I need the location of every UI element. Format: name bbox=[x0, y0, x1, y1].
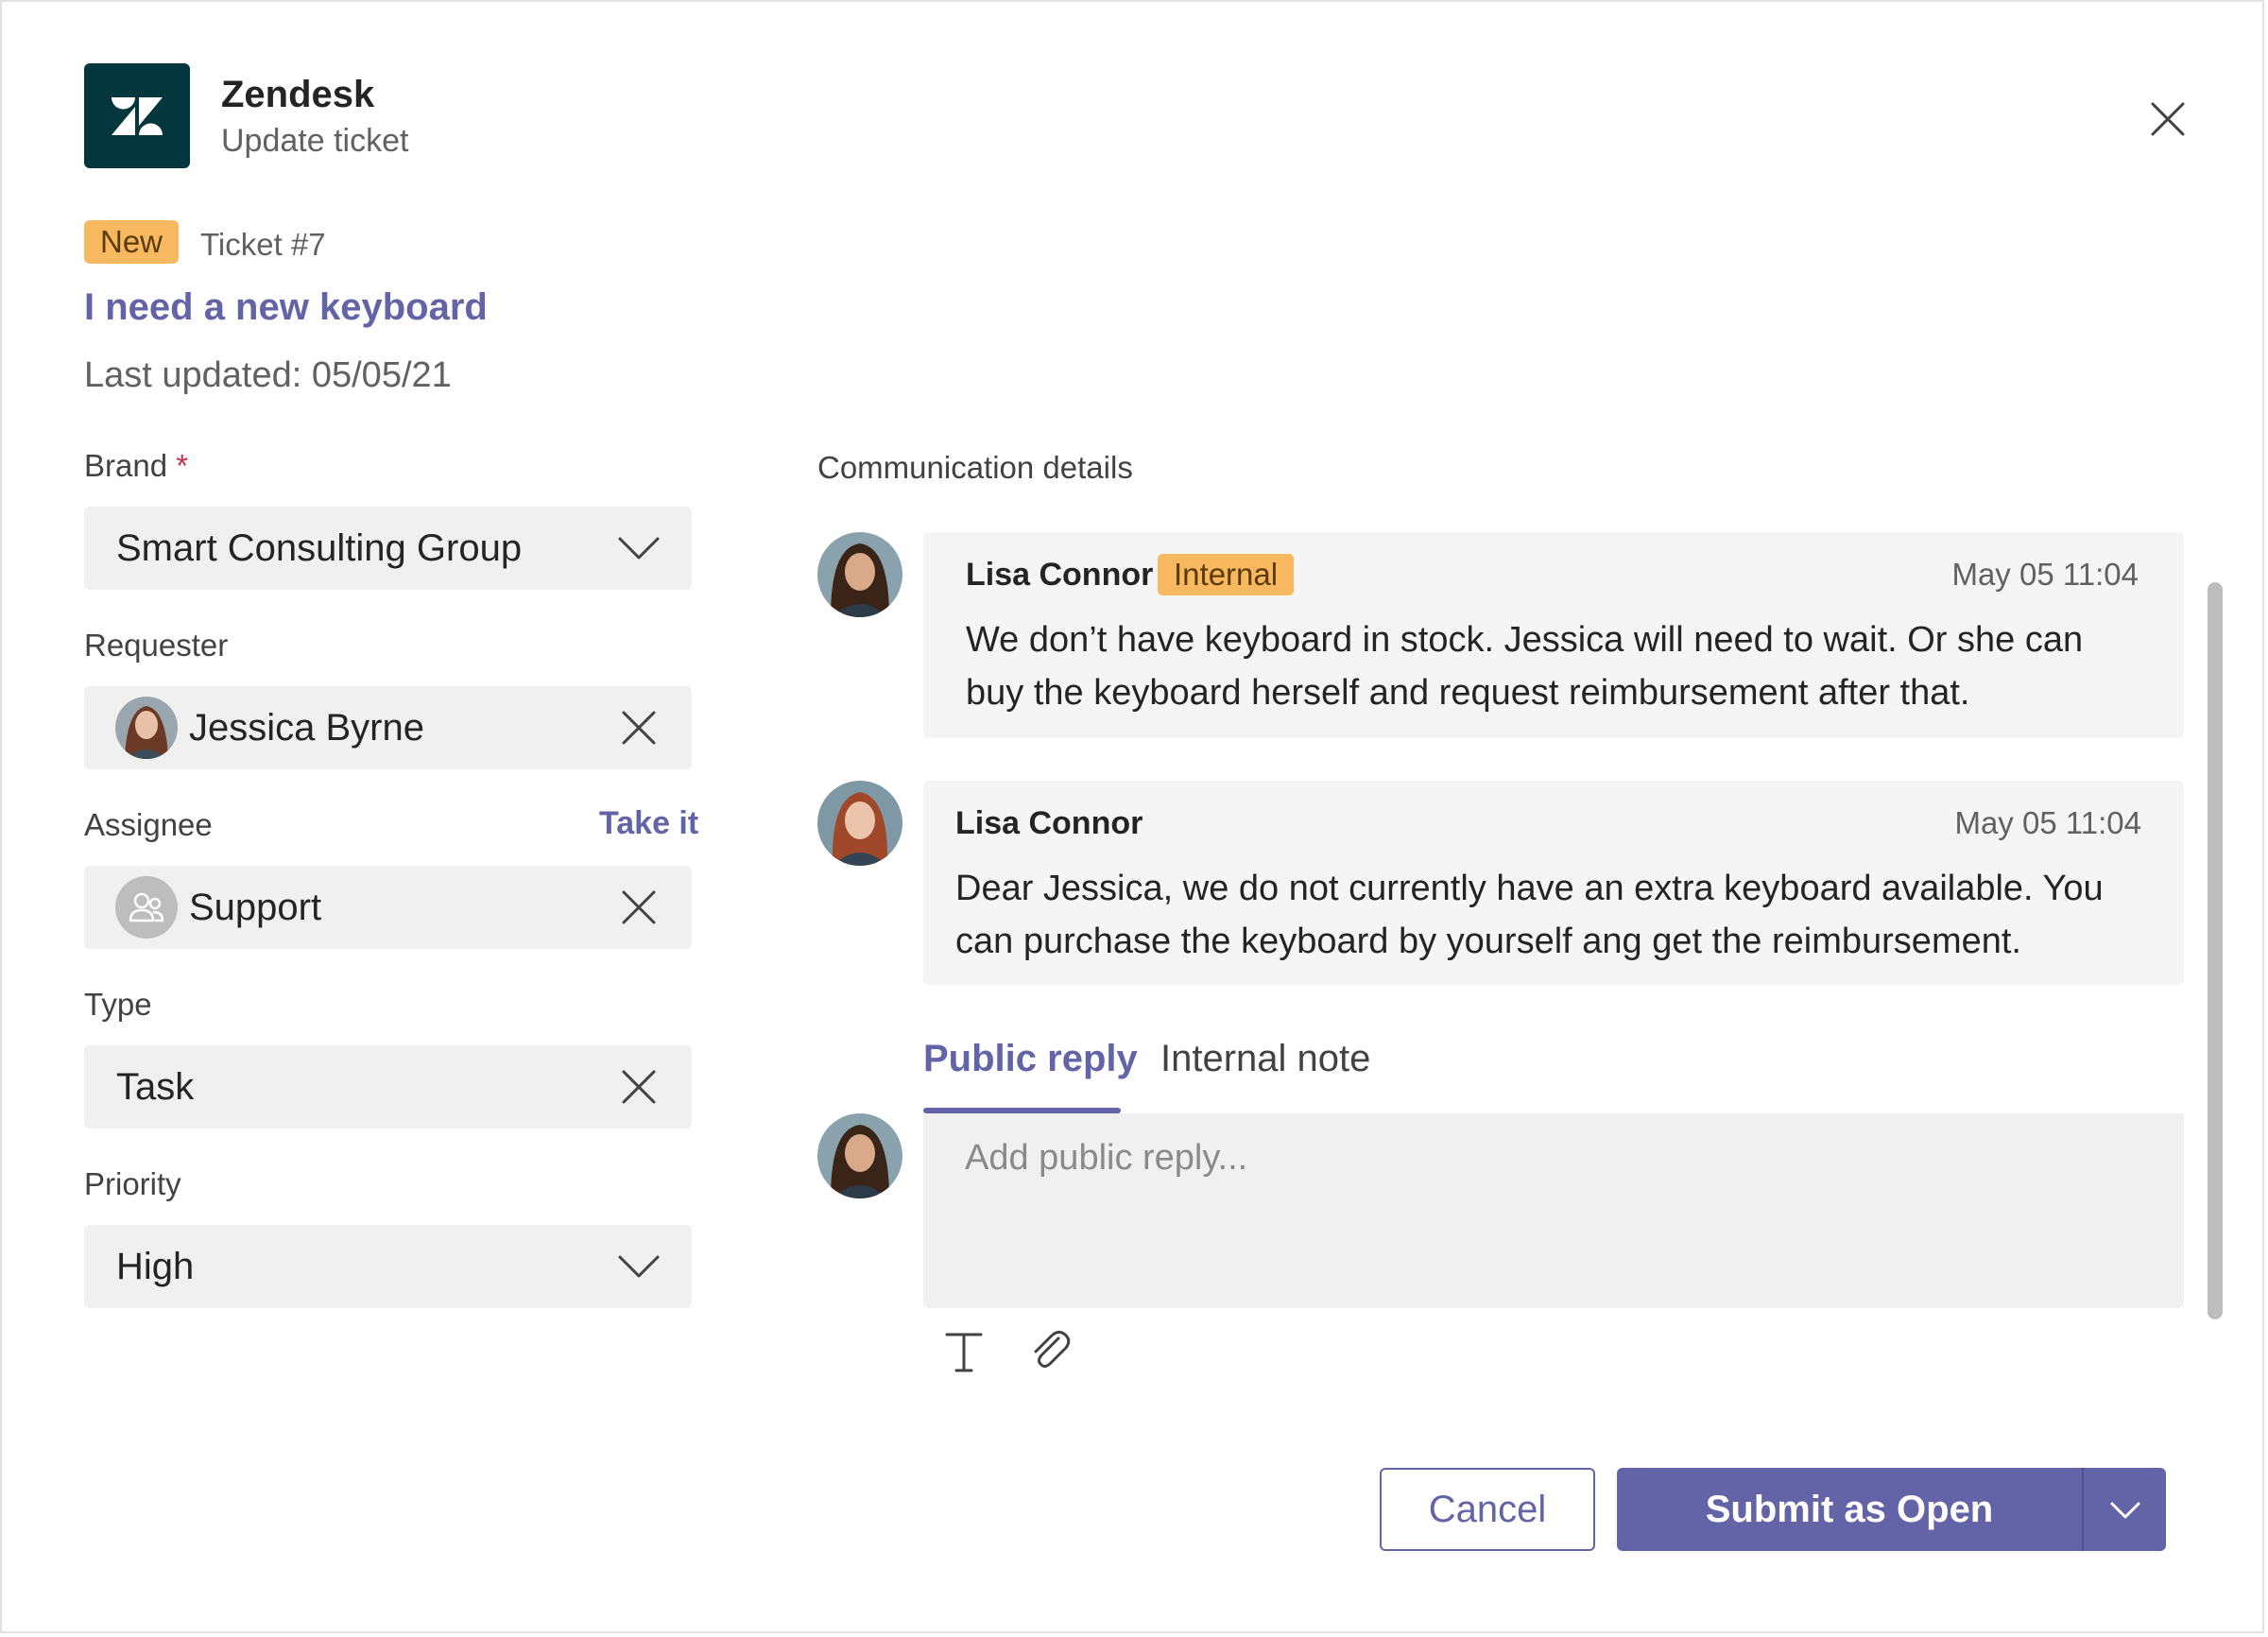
priority-label: Priority bbox=[84, 1166, 181, 1201]
current-user-avatar bbox=[817, 1113, 902, 1198]
submit-button[interactable]: Submit as Open bbox=[1617, 1468, 2082, 1551]
message-time: May 05 11:04 bbox=[1951, 557, 2139, 592]
cancel-button[interactable]: Cancel bbox=[1380, 1468, 1595, 1551]
required-mark: * bbox=[176, 448, 189, 483]
message-text: We don’t have keyboard in stock. Jessica… bbox=[966, 620, 2084, 713]
tab-internal-note[interactable]: Internal note bbox=[1160, 1038, 1370, 1080]
zendesk-logo-icon bbox=[112, 96, 163, 135]
chevron-down-icon bbox=[2110, 1502, 2139, 1519]
message-card: Lisa Connor May 05 11:04 Dear Jessica, w… bbox=[923, 781, 2184, 985]
scrollbar-thumb[interactable] bbox=[2208, 582, 2223, 1319]
brand-value: Smart Consulting Group bbox=[116, 526, 523, 569]
take-it-link[interactable]: Take it bbox=[599, 805, 698, 842]
brand-label: Brand * bbox=[84, 448, 189, 483]
submit-label: Submit as Open bbox=[1705, 1488, 1994, 1530]
type-value: Task bbox=[116, 1065, 195, 1108]
attach-icon[interactable] bbox=[1026, 1327, 1075, 1376]
priority-dropdown[interactable]: High bbox=[84, 1225, 692, 1308]
requester-label: Requester bbox=[84, 628, 229, 663]
ticket-number: Ticket #7 bbox=[200, 227, 326, 262]
priority-value: High bbox=[116, 1245, 195, 1287]
communication-label: Communication details bbox=[817, 450, 1133, 485]
chevron-down-icon bbox=[618, 1255, 660, 1278]
app-subtitle: Update ticket bbox=[221, 123, 409, 159]
clear-requester-icon[interactable] bbox=[618, 707, 660, 749]
tab-public-reply[interactable]: Public reply bbox=[923, 1038, 1138, 1080]
clear-type-icon[interactable] bbox=[618, 1066, 660, 1108]
group-icon bbox=[115, 876, 178, 939]
message-time: May 05 11:04 bbox=[1954, 805, 2141, 840]
message-text: Dear Jessica, we do not currently have a… bbox=[955, 869, 2104, 961]
type-label: Type bbox=[84, 987, 152, 1022]
requester-value: Jessica Byrne bbox=[189, 706, 424, 749]
text-format-icon[interactable] bbox=[939, 1327, 988, 1376]
ticket-title-link[interactable]: I need a new keyboard bbox=[84, 286, 488, 329]
app-name: Zendesk bbox=[221, 74, 375, 115]
message-author: Lisa Connor bbox=[955, 805, 1143, 841]
clear-assignee-icon[interactable] bbox=[618, 887, 660, 928]
type-field[interactable]: Task bbox=[84, 1045, 692, 1129]
status-badge: New bbox=[84, 220, 180, 264]
close-icon[interactable] bbox=[2147, 98, 2189, 140]
reply-input[interactable] bbox=[923, 1113, 2184, 1308]
message-card: Lisa Connor Internal May 05 11:04 We don… bbox=[923, 532, 2184, 738]
requester-field[interactable]: Jessica Byrne bbox=[84, 686, 692, 769]
requester-avatar bbox=[115, 697, 178, 759]
author-avatar bbox=[817, 532, 902, 617]
internal-badge: Internal bbox=[1158, 554, 1295, 595]
last-updated: Last updated: 05/05/21 bbox=[84, 355, 452, 395]
author-avatar bbox=[817, 781, 902, 866]
assignee-value: Support bbox=[189, 886, 322, 928]
brand-dropdown[interactable]: Smart Consulting Group bbox=[84, 507, 692, 590]
chevron-down-icon bbox=[618, 537, 660, 560]
assignee-field[interactable]: Support bbox=[84, 866, 692, 949]
zendesk-logo bbox=[84, 63, 190, 168]
assignee-label: Assignee bbox=[84, 807, 213, 842]
submit-options-button[interactable] bbox=[2082, 1468, 2166, 1551]
message-author: Lisa Connor bbox=[966, 557, 1154, 593]
